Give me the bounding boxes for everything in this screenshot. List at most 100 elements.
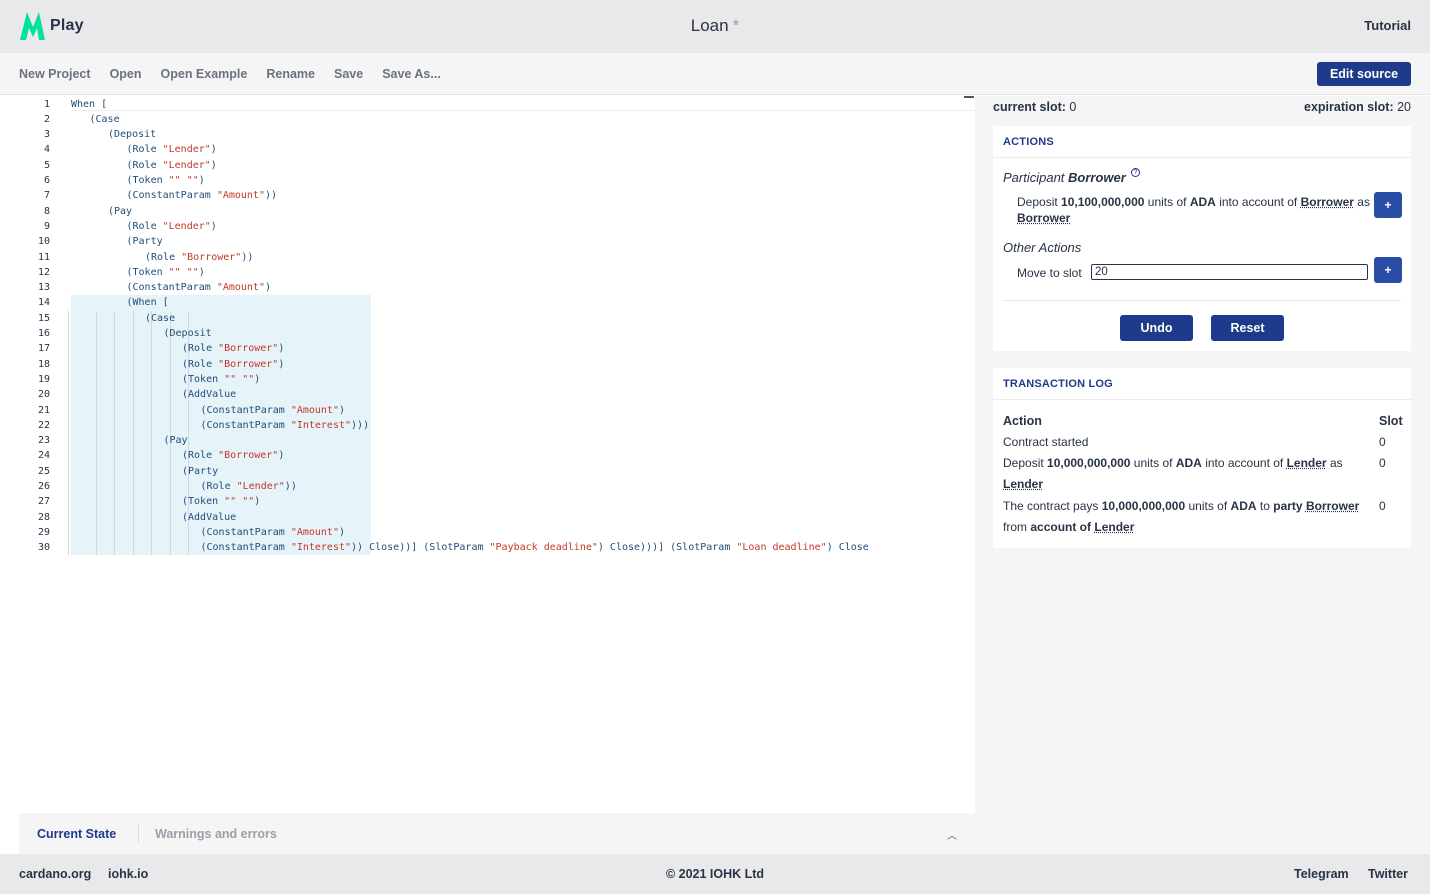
line-number: 18: [37, 358, 50, 370]
code-line[interactable]: (Token "" ""): [127, 173, 205, 188]
footer: cardano.org iohk.io © 2021 IOHK Ltd Tele…: [0, 854, 1430, 894]
participant-label: Participant Borrower: [1003, 170, 1126, 185]
line-number: 15: [37, 312, 50, 324]
log-row-action: Contract started: [1003, 435, 1089, 449]
code-line[interactable]: (Role "Lender"): [127, 158, 217, 173]
code-line[interactable]: (Token "" ""): [127, 265, 205, 280]
twitter-link[interactable]: Twitter: [1368, 867, 1408, 881]
move-to-slot-button[interactable]: +: [1374, 257, 1402, 283]
transaction-log-heading: TRANSACTION LOG: [993, 368, 1411, 400]
reset-button[interactable]: Reset: [1211, 315, 1284, 341]
code-line[interactable]: (Party: [182, 464, 218, 479]
log-header-action: Action: [1003, 414, 1042, 428]
scroll-indicator[interactable]: [964, 96, 974, 98]
line-number: 14: [37, 297, 50, 309]
line-number: 19: [37, 373, 50, 385]
line-number: 27: [37, 496, 50, 508]
line-number: 25: [37, 465, 50, 477]
code-line[interactable]: (ConstantParam "Amount")): [127, 188, 278, 203]
indent-guide: [132, 310, 134, 556]
code-line[interactable]: (ConstantParam "Interest")) Close))] (Sl…: [201, 540, 869, 555]
code-line[interactable]: (Role "Lender"): [127, 142, 217, 157]
transaction-log-card: TRANSACTION LOG Action Slot Contract sta…: [993, 368, 1411, 548]
code-line[interactable]: (Case: [145, 311, 175, 326]
menu-bar: New Project Open Open Example Rename Sav…: [0, 53, 1430, 95]
code-line[interactable]: (ConstantParam "Interest"))): [201, 418, 370, 433]
save-as-button[interactable]: Save As...: [382, 67, 441, 81]
project-menu: New Project Open Open Example Rename Sav…: [19, 67, 441, 81]
line-number: 10: [37, 236, 50, 248]
line-number: 29: [37, 526, 50, 538]
new-project-button[interactable]: New Project: [19, 67, 91, 81]
line-number: 26: [37, 481, 50, 492]
code-line[interactable]: (Token "" ""): [182, 372, 260, 387]
save-button[interactable]: Save: [334, 67, 363, 81]
log-row-slot: 0: [1379, 499, 1386, 513]
indent-guide: [95, 310, 97, 556]
line-number: 6: [43, 175, 50, 186]
tab-current-state[interactable]: Current State: [37, 827, 116, 841]
code-line[interactable]: (ConstantParam "Amount"): [201, 525, 346, 540]
current-slot: current slot: 0: [993, 100, 1077, 114]
help-icon[interactable]: ?: [1131, 168, 1140, 177]
open-button[interactable]: Open: [110, 67, 142, 81]
line-number: 8: [43, 205, 50, 217]
code-line[interactable]: (Token "" ""): [182, 494, 260, 509]
line-number: 3: [43, 129, 50, 141]
code-line[interactable]: (Role "Borrower"): [182, 448, 284, 463]
chevron-up-icon[interactable]: ︿: [947, 827, 957, 842]
code-line[interactable]: (ConstantParam "Amount"): [201, 403, 346, 418]
undo-button[interactable]: Undo: [1120, 315, 1193, 341]
expiration-slot: expiration slot: 20: [1304, 100, 1411, 114]
code-line[interactable]: (Pay: [164, 433, 188, 448]
line-number: 28: [37, 511, 50, 523]
line-number: 23: [37, 435, 50, 447]
code-line[interactable]: (Case: [90, 112, 120, 127]
line-number: 1: [43, 98, 50, 110]
code-line[interactable]: (Deposit: [108, 127, 156, 142]
indent-guide: [114, 310, 115, 556]
open-example-button[interactable]: Open Example: [161, 67, 248, 81]
line-number: 21: [37, 404, 50, 416]
code-line[interactable]: (When [: [127, 295, 169, 310]
code-line[interactable]: (Role "Lender")): [201, 479, 297, 494]
code-line[interactable]: (Role "Borrower"): [182, 357, 284, 372]
line-number: 2: [43, 113, 50, 125]
code-line[interactable]: (Pay: [108, 204, 132, 219]
line-number: 17: [37, 343, 50, 355]
tab-warnings-and-errors[interactable]: Warnings and errors: [155, 827, 277, 841]
unsaved-marker: *: [732, 16, 740, 35]
code-line[interactable]: (Role "Borrower"): [182, 341, 284, 356]
code-line[interactable]: (Role "Borrower")): [145, 250, 253, 265]
tab-divider: [138, 825, 139, 842]
code-line[interactable]: (ConstantParam "Amount"): [127, 280, 272, 295]
code-line[interactable]: (Role "Lender"): [127, 219, 217, 234]
line-number: 13: [37, 282, 50, 294]
rename-button[interactable]: Rename: [266, 67, 315, 81]
other-actions-label: Other Actions: [1003, 240, 1082, 255]
copyright: © 2021 IOHK Ltd: [665, 867, 765, 881]
edit-source-button[interactable]: Edit source: [1317, 62, 1411, 86]
tutorial-link[interactable]: Tutorial: [1364, 18, 1411, 33]
project-title: Loan *: [0, 16, 1430, 36]
log-row-action: The contract pays 10,000,000,000 units o…: [1003, 499, 1360, 534]
line-number: 16: [37, 328, 50, 339]
move-to-slot-input[interactable]: [1091, 264, 1368, 280]
simulation-panel: current slot: 0 expiration slot: 20 ACTI…: [975, 96, 1430, 854]
deposit-action-text: Deposit 10,100,000,000 units of ADA into…: [1017, 195, 1370, 225]
code-line[interactable]: (AddValue: [182, 387, 236, 402]
code-line[interactable]: When [: [71, 97, 107, 112]
line-number: 24: [37, 450, 50, 462]
code-line[interactable]: (Party: [127, 234, 163, 249]
move-to-slot-label: Move to slot: [1017, 266, 1082, 280]
log-row-slot: 0: [1379, 435, 1386, 449]
actions-divider: [1003, 300, 1401, 301]
code-line[interactable]: (Deposit: [164, 326, 212, 341]
editor-top-rule: [71, 110, 975, 111]
line-number: 7: [43, 190, 50, 202]
code-line[interactable]: (AddValue: [182, 510, 236, 525]
telegram-link[interactable]: Telegram: [1294, 867, 1349, 881]
code-editor[interactable]: 1 2 3 4 5 6 7 8 9 10 11 12 13 14 15 16 17 18 19 20 21 22 23 24 2…: [19, 96, 975, 813]
project-name: Loan: [690, 16, 729, 35]
apply-deposit-button[interactable]: +: [1374, 192, 1402, 218]
